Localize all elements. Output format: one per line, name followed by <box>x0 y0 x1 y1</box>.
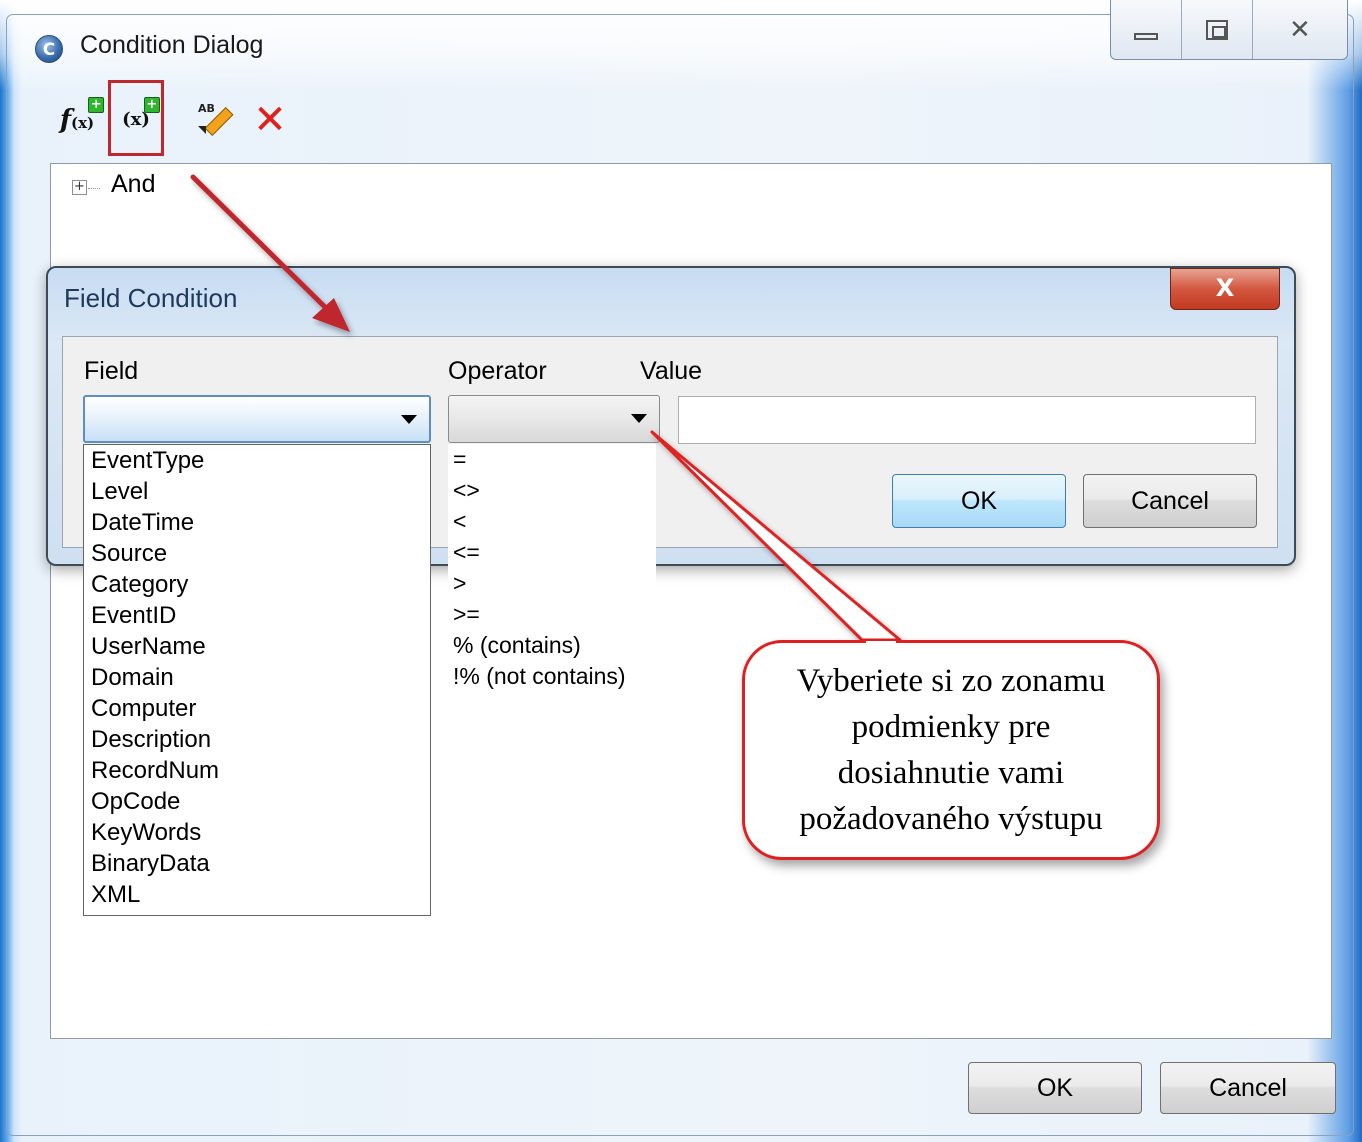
field-option[interactable]: Domain <box>84 662 430 693</box>
field-option[interactable]: KeyWords <box>84 817 430 848</box>
field-condition-close-button[interactable]: X <box>1170 268 1280 310</box>
operator-label: Operator <box>448 357 547 385</box>
add-field-condition-button[interactable]: (x) + <box>108 80 164 156</box>
close-icon: X <box>1215 274 1235 302</box>
field-option[interactable]: Description <box>84 724 430 755</box>
annotation-callout: Vyberiete si zo zonamu podmienky pre dos… <box>742 640 1160 860</box>
operator-option[interactable]: % (contains) <box>448 630 656 661</box>
field-option[interactable]: EventType <box>84 445 430 476</box>
function-add-icon: f(x) + <box>60 97 105 135</box>
field-label: Field <box>84 357 139 385</box>
operator-option[interactable]: <= <box>448 537 656 568</box>
window-controls: ✕ <box>1110 0 1348 60</box>
ok-button[interactable]: OK <box>968 1062 1142 1114</box>
operator-option[interactable]: > <box>448 568 656 599</box>
minimize-icon <box>1133 33 1158 40</box>
callout-text: Vyberiete si zo zonamu podmienky pre dos… <box>796 663 1106 837</box>
field-condition-cancel-button[interactable]: Cancel <box>1083 474 1257 528</box>
field-add-icon: (x) + <box>122 97 160 131</box>
field-option[interactable]: RecordNum <box>84 755 430 786</box>
operator-option[interactable]: <> <box>448 475 656 506</box>
value-input[interactable] <box>678 396 1256 444</box>
close-button[interactable]: ✕ <box>1253 0 1347 59</box>
field-option[interactable]: BinaryData <box>84 848 430 879</box>
maximize-button[interactable] <box>1182 0 1253 59</box>
chevron-down-icon <box>631 414 647 423</box>
delete-button[interactable]: ✕ <box>246 92 294 148</box>
field-option[interactable]: Level <box>84 476 430 507</box>
field-option[interactable]: DateTime <box>84 507 430 538</box>
tree-node-and[interactable]: And <box>111 170 155 199</box>
rename-pencil-icon: AB <box>192 100 234 140</box>
operator-option[interactable]: = <box>448 444 656 475</box>
field-option[interactable]: Category <box>84 569 430 600</box>
chevron-down-icon <box>401 415 417 424</box>
field-condition-ok-button[interactable]: OK <box>892 474 1066 528</box>
field-option[interactable]: Computer <box>84 693 430 724</box>
app-icon: C <box>35 35 63 63</box>
window-title: Condition Dialog <box>80 31 264 59</box>
tree-connector <box>88 188 100 189</box>
maximize-icon <box>1205 19 1228 40</box>
value-label: Value <box>640 357 703 385</box>
expand-icon[interactable]: + <box>72 180 87 195</box>
operator-dropdown-list: = <> < <= > >=% (contains)!% (not contains) <box>448 444 656 696</box>
cancel-button[interactable]: Cancel <box>1160 1062 1336 1114</box>
field-dropdown-list: EventType Level DateTime Source Category Even… <box>83 444 431 916</box>
operator-option[interactable]: !% (not contains) <box>448 661 656 692</box>
field-condition-title: Field Condition <box>64 283 238 313</box>
callout-tail-join <box>866 641 896 647</box>
operator-option[interactable]: >= <box>448 599 656 630</box>
field-option[interactable]: XML <box>84 879 430 910</box>
field-dropdown[interactable] <box>83 395 431 443</box>
add-function-button[interactable]: f(x) + <box>52 92 105 148</box>
field-option[interactable]: OpCode <box>84 786 430 817</box>
rename-button[interactable]: AB <box>188 92 236 148</box>
delete-x-icon: ✕ <box>253 97 287 143</box>
field-option[interactable]: UserName <box>84 631 430 662</box>
close-icon: ✕ <box>1288 14 1311 45</box>
operator-option[interactable]: < <box>448 506 656 537</box>
field-option[interactable]: Source <box>84 538 430 569</box>
minimize-button[interactable] <box>1111 0 1182 59</box>
field-option[interactable]: EventID <box>84 600 430 631</box>
operator-dropdown[interactable] <box>448 395 660 443</box>
